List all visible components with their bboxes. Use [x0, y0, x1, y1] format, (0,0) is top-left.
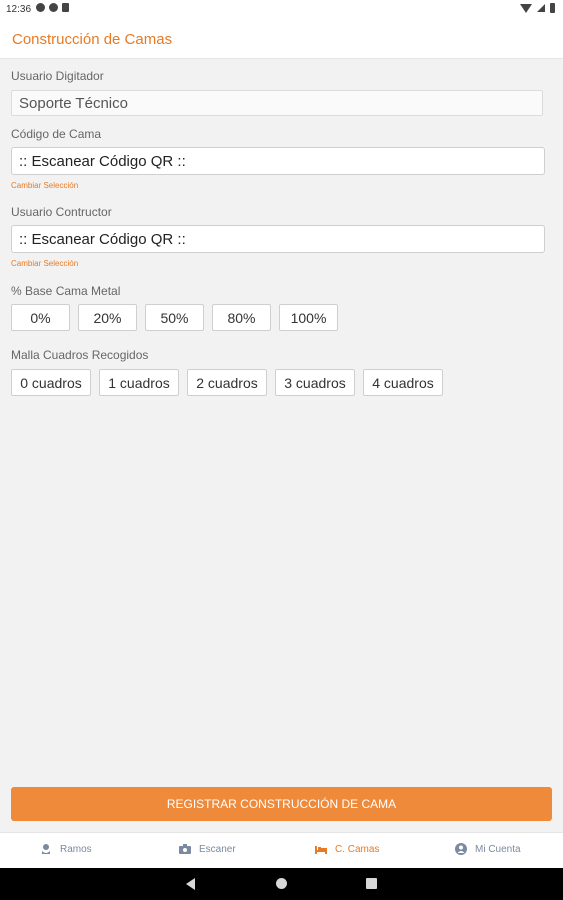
malla-options: 0 cuadros 1 cuadros 2 cuadros 3 cuadros …: [11, 369, 443, 396]
app-notification-icon: [36, 3, 45, 12]
home-icon[interactable]: [276, 878, 287, 889]
bottom-nav: Ramos Escaner C. Camas Mi Cuenta: [0, 832, 563, 869]
malla-label: Malla Cuadros Recogidos: [11, 348, 149, 362]
app-bar: Construcción de Camas: [0, 20, 563, 59]
base-cama-label: % Base Cama Metal: [11, 284, 121, 298]
base-cama-option-0[interactable]: 0%: [11, 304, 70, 331]
malla-option-3[interactable]: 3 cuadros: [275, 369, 355, 396]
nav-label-c-camas: C. Camas: [335, 843, 380, 855]
nav-label-mi-cuenta: Mi Cuenta: [475, 843, 521, 855]
nav-label-escaner: Escaner: [199, 843, 236, 855]
wifi-icon: [520, 3, 532, 13]
recent-apps-icon[interactable]: [366, 878, 377, 889]
usuario-constructor-scan-field[interactable]: :: Escanear Código QR ::: [11, 225, 545, 253]
page-title: Construcción de Camas: [12, 31, 173, 48]
base-cama-options: 0% 20% 50% 80% 100%: [11, 304, 338, 331]
nav-item-ramos[interactable]: Ramos: [40, 843, 92, 855]
malla-option-0[interactable]: 0 cuadros: [11, 369, 91, 396]
usuario-constructor-change-link[interactable]: Cambiar Selección: [11, 259, 78, 268]
nav-label-ramos: Ramos: [60, 843, 92, 855]
codigo-cama-change-link[interactable]: Cambiar Selección: [11, 181, 78, 190]
flower-icon: [42, 844, 50, 854]
bed-icon: [315, 846, 327, 854]
base-cama-option-100[interactable]: 100%: [279, 304, 338, 331]
codigo-cama-label: Código de Cama: [11, 127, 102, 141]
nav-item-c-camas[interactable]: C. Camas: [315, 843, 379, 855]
nav-item-mi-cuenta[interactable]: Mi Cuenta: [455, 843, 521, 855]
malla-option-4[interactable]: 4 cuadros: [363, 369, 443, 396]
back-icon[interactable]: [186, 878, 195, 890]
status-time: 12:36: [6, 4, 32, 15]
malla-option-1[interactable]: 1 cuadros: [99, 369, 179, 396]
base-cama-option-50[interactable]: 50%: [145, 304, 204, 331]
registrar-button[interactable]: REGISTRAR CONSTRUCCIÓN DE CAMA: [11, 787, 552, 821]
sync-notification-icon: [49, 3, 58, 12]
status-system-icons: [520, 3, 555, 13]
base-cama-option-80[interactable]: 80%: [212, 304, 271, 331]
usuario-digitador-field: Soporte Técnico: [11, 90, 543, 116]
usuario-digitador-label: Usuario Digitador: [11, 69, 104, 83]
storage-notification-icon: [62, 3, 69, 12]
malla-option-2[interactable]: 2 cuadros: [187, 369, 267, 396]
status-bar: 12:36: [0, 0, 563, 20]
nav-item-escaner[interactable]: Escaner: [179, 843, 236, 855]
status-notification-icons: [36, 3, 69, 12]
account-icon: [455, 843, 467, 855]
system-nav-bar: [0, 868, 563, 900]
camera-icon: [179, 844, 191, 854]
codigo-cama-scan-field[interactable]: :: Escanear Código QR ::: [11, 147, 545, 175]
signal-icon: [537, 4, 545, 12]
base-cama-option-20[interactable]: 20%: [78, 304, 137, 331]
battery-icon: [550, 3, 555, 13]
usuario-constructor-label: Usuario Contructor: [11, 205, 112, 219]
